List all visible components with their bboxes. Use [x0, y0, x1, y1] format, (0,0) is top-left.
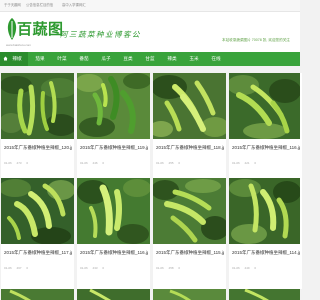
image-card[interactable]: 2015年广东番椒种植坐辣椒_115.jpg 01-06 458 0 [153, 178, 226, 289]
card-views: 467 [16, 266, 22, 270]
card-views: 458 [168, 266, 174, 270]
nav-item-4[interactable]: 番茄 [73, 52, 95, 66]
card-caption[interactable]: 2015年广东番椒种植坐辣椒_119.jpg [80, 145, 148, 151]
card-date: 01-06 [80, 161, 88, 165]
card-meta: 01-06 458 0 [156, 266, 184, 270]
card-views: 421 [244, 161, 250, 165]
card-meta: 01-06 449 0 [232, 266, 260, 270]
site-logo[interactable]: 百蔬图 [17, 18, 64, 39]
card-meta: 01-06 473 0 [4, 161, 32, 165]
card-meta: 01-06 446 0 [80, 161, 108, 165]
card-likes: 0 [26, 161, 29, 165]
image-card[interactable]: 2015年广东番椒种植坐辣椒_116.jpg 01-06 421 0 [229, 73, 302, 184]
image-card[interactable]: 2015年广东番椒种植坐辣椒_118.jpg 01-06 455 0 [153, 73, 226, 184]
card-date: 01-06 [4, 161, 12, 165]
pepper-photo[interactable] [153, 73, 226, 139]
card-meta: 01-06 421 0 [232, 161, 260, 165]
main-nav: 辣椒 茄果 叶菜 番茄 瓜子 豆类 甘蓝 辣类 玉米 在线 [0, 52, 300, 66]
image-card[interactable]: 2015年广东番椒种植坐辣椒_114.jpg 01-06 449 0 [229, 178, 302, 289]
card-caption[interactable]: 2015年广东番椒种植坐辣椒_116.jpg [232, 145, 300, 151]
card-date: 01-06 [156, 161, 164, 165]
card-date: 01-06 [4, 266, 12, 270]
top-bar: 于于天趣网 公告信息栏目的信 高中入学课网汇 [0, 0, 300, 12]
card-views: 473 [16, 161, 22, 165]
image-card[interactable]: 2015年广东番椒种植坐辣椒_116.jpg 01-06 433 0 [77, 178, 150, 289]
pepper-photo[interactable] [77, 73, 150, 139]
card-likes: 0 [178, 161, 181, 165]
nav-item-9[interactable]: 玉米 [183, 52, 205, 66]
card-meta: 01-06 467 0 [4, 266, 32, 270]
card-date: 01-06 [80, 266, 88, 270]
pepper-photo[interactable] [153, 178, 226, 244]
pepper-photo[interactable] [1, 178, 74, 244]
nav-item-8[interactable]: 辣类 [161, 52, 183, 66]
pepper-photo[interactable] [229, 73, 302, 139]
card-likes: 0 [254, 161, 257, 165]
nav-home[interactable]: 辣椒 [0, 52, 28, 66]
card-date: 01-06 [232, 161, 240, 165]
nav-item-3[interactable]: 叶菜 [51, 52, 73, 66]
card-likes: 0 [102, 161, 105, 165]
card-likes: 0 [26, 266, 29, 270]
nav-item-2[interactable]: 茄果 [29, 52, 51, 66]
card-likes: 0 [178, 266, 181, 270]
nav-item-7[interactable]: 甘蓝 [139, 52, 161, 66]
card-caption[interactable]: 2015年广东番椒种植坐辣椒_116.jpg [80, 250, 148, 256]
image-card[interactable]: 2015年广东番椒种植坐辣椒_117.jpg 01-06 467 0 [1, 178, 74, 289]
image-card[interactable]: 2015年广东番椒种植坐辣椒_119.jpg 01-06 446 0 [77, 73, 150, 184]
card-caption[interactable]: 2015年广东番椒种植坐辣椒_118.jpg [156, 145, 224, 151]
nav-item-5[interactable]: 瓜子 [95, 52, 117, 66]
card-caption[interactable]: 2015年广东番椒种植坐辣椒_114.jpg [232, 250, 300, 256]
card-views: 455 [168, 161, 174, 165]
card-views: 433 [92, 266, 98, 270]
top-link-1[interactable]: 于于天趣网 [4, 2, 21, 7]
pepper-photo[interactable] [1, 73, 74, 139]
site-header: 百蔬图 阿三蔬菜种业博客公 www.baishutu.com 本站收录蔬菜图片 … [0, 12, 300, 52]
home-icon [3, 56, 8, 61]
nav-item-label: 辣椒 [12, 56, 22, 61]
top-link-3[interactable]: 高中入学课网汇 [62, 2, 86, 7]
card-date: 01-06 [232, 266, 240, 270]
nav-item-6[interactable]: 豆类 [117, 52, 139, 66]
top-link-2[interactable]: 公告信息栏目的信 [26, 2, 53, 7]
card-caption[interactable]: 2015年广东番椒种植坐辣椒_115.jpg [156, 250, 224, 256]
site-slogan: 阿三蔬菜种业博客公 [60, 30, 141, 39]
site-domain: www.baishutu.com [6, 43, 32, 47]
next-row-preview [0, 288, 300, 300]
card-likes: 0 [102, 266, 105, 270]
card-likes: 0 [254, 266, 257, 270]
image-card[interactable]: 2015年广东番椒种植坐辣椒_120.jpg 01-06 473 0 [1, 73, 74, 184]
next-row-photos[interactable] [0, 288, 300, 300]
card-caption[interactable]: 2015年广东番椒种植坐辣椒_120.jpg [4, 145, 72, 151]
card-caption[interactable]: 2015年广东番椒种植坐辣椒_117.jpg [4, 250, 72, 256]
card-meta: 01-06 455 0 [156, 161, 184, 165]
pepper-photo[interactable] [229, 178, 302, 244]
nav-item-10[interactable]: 在线 [205, 52, 227, 66]
card-meta: 01-06 433 0 [80, 266, 108, 270]
card-views: 449 [244, 266, 250, 270]
card-date: 01-06 [156, 266, 164, 270]
pepper-photo[interactable] [77, 178, 150, 244]
card-views: 446 [92, 161, 98, 165]
notice-text: 本站收录蔬菜图片 70078 张, 欢迎您的关注 [222, 38, 290, 42]
